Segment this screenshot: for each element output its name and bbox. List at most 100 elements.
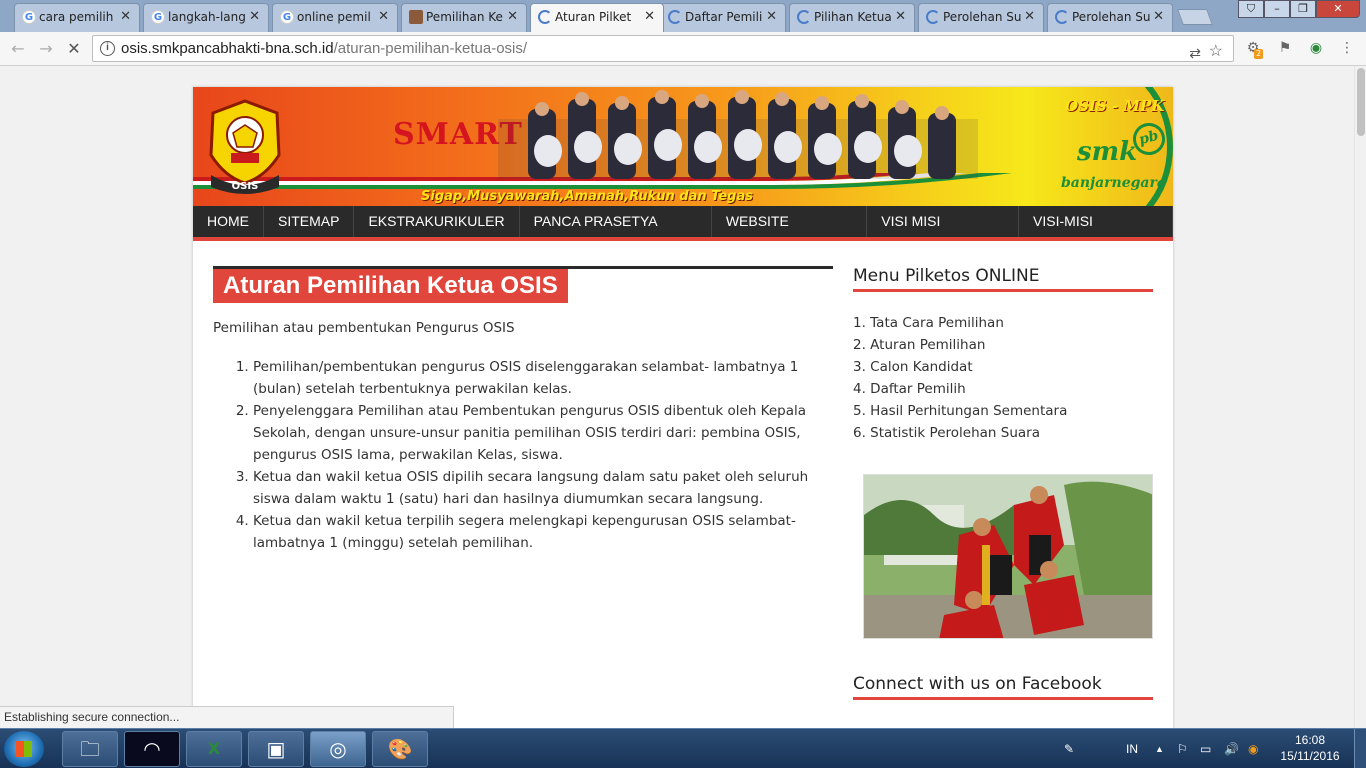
title-bar: Aturan Pemilihan Ketua OSIS bbox=[213, 266, 833, 304]
tab-5[interactable]: Daftar Pemili ✕ bbox=[660, 3, 786, 32]
show-hidden-icons[interactable]: ▲ bbox=[1155, 729, 1164, 768]
close-tab-icon[interactable]: ✕ bbox=[507, 4, 518, 30]
tab-label: Daftar Pemili bbox=[685, 10, 763, 24]
user-icon[interactable]: ⛉ bbox=[1238, 0, 1264, 18]
close-tab-icon[interactable]: ✕ bbox=[644, 4, 655, 30]
tab-0[interactable]: Gcara pemilih ✕ bbox=[14, 3, 140, 32]
article: Aturan Pemilihan Ketua OSIS Pemilihan at… bbox=[213, 266, 833, 554]
address-bar[interactable]: i osis.smkpancabhakti-bna.sch.id/aturan-… bbox=[92, 35, 1234, 62]
system-clock[interactable]: 16:08 15/11/2016 bbox=[1270, 732, 1350, 764]
nav-ekstrakurikuler[interactable]: EKSTRAKURIKULER bbox=[354, 206, 520, 237]
list-item: Ketua dan wakil ketua OSIS dipilih secar… bbox=[253, 466, 833, 510]
nav-visi-misi-sekolah[interactable]: VISI MISI SEKOLAH bbox=[867, 206, 1020, 260]
list-item: Penyelenggara Pemilihan atau Pembentukan… bbox=[253, 400, 833, 466]
media-icon[interactable]: ◠ bbox=[124, 731, 180, 767]
tab-1[interactable]: Glangkah-lang ✕ bbox=[143, 3, 269, 32]
pen-input-icon[interactable]: ✎ bbox=[1064, 729, 1074, 768]
nav-visi-misi-osis[interactable]: VISI-MISI OSIS/MPK bbox=[1019, 206, 1174, 260]
extension-icon[interactable]: ⚑ bbox=[1276, 39, 1294, 57]
smk-text: smk bbox=[1077, 137, 1138, 167]
tab-2[interactable]: Gonline pemil ✕ bbox=[272, 3, 398, 32]
explorer-icon[interactable]: 🗀 bbox=[62, 731, 118, 767]
rules-list: Pemilihan/pembentukan pengurus OSIS dise… bbox=[213, 356, 833, 554]
loading-spinner-icon bbox=[797, 10, 811, 24]
google-icon: G bbox=[280, 10, 294, 24]
sidebar: Menu Pilketos ONLINE 1. Tata Cara Pemili… bbox=[853, 266, 1153, 720]
scrollbar-thumb[interactable] bbox=[1357, 68, 1365, 136]
website-page: OSIS SMART Sigap,Musyawarah,Amanah,Rukun… bbox=[193, 87, 1174, 728]
tab-8[interactable]: Perolehan Su ✕ bbox=[1047, 3, 1173, 32]
show-desktop-button[interactable] bbox=[1354, 729, 1366, 768]
start-button[interactable] bbox=[4, 731, 44, 767]
tab-label: Perolehan Su bbox=[1072, 10, 1151, 24]
language-indicator[interactable]: IN bbox=[1126, 729, 1138, 768]
back-button[interactable]: ← bbox=[8, 39, 28, 59]
menu-item[interactable]: 6. Statistik Perolehan Suara bbox=[853, 422, 1153, 444]
facebook-widget-title: Connect with us on Facebook bbox=[853, 674, 1153, 700]
clock-time: 16:08 bbox=[1294, 733, 1326, 747]
menu-item[interactable]: 5. Hasil Perhitungan Sementara bbox=[853, 400, 1153, 422]
info-icon[interactable]: i bbox=[100, 41, 115, 56]
nav-home[interactable]: HOME bbox=[193, 206, 264, 237]
tab-3[interactable]: Pemilihan Ke ✕ bbox=[401, 3, 527, 32]
vertical-scrollbar[interactable] bbox=[1354, 66, 1366, 728]
site-banner: OSIS SMART Sigap,Musyawarah,Amanah,Rukun… bbox=[193, 87, 1173, 206]
tab-6[interactable]: Pilihan Ketua ✕ bbox=[789, 3, 915, 32]
nav-panca-prasetya[interactable]: PANCA PRASETYA SISWA bbox=[520, 206, 712, 260]
list-item: Pemilihan/pembentukan pengurus OSIS dise… bbox=[253, 356, 833, 400]
extension-badge: 2 bbox=[1254, 49, 1264, 59]
close-tab-icon[interactable]: ✕ bbox=[1024, 4, 1035, 30]
status-bubble: Establishing secure connection... bbox=[0, 706, 454, 728]
loading-spinner-icon bbox=[926, 10, 940, 24]
nav-website-sekolah[interactable]: WEBSITE SEKOLAH bbox=[712, 206, 868, 260]
close-tab-icon[interactable]: ✕ bbox=[378, 4, 389, 30]
forward-button[interactable]: → bbox=[36, 39, 56, 59]
pencak-silat-photo bbox=[863, 474, 1153, 639]
page-title: Aturan Pemilihan Ketua OSIS bbox=[213, 269, 568, 303]
close-tab-icon[interactable]: ✕ bbox=[249, 4, 260, 30]
menu-icon[interactable]: ⋮ bbox=[1338, 39, 1356, 57]
tab-label: online pemil bbox=[297, 10, 371, 24]
menu-item[interactable]: 1. Tata Cara Pemilihan bbox=[853, 312, 1153, 334]
close-tab-icon[interactable]: ✕ bbox=[120, 4, 131, 30]
url-host: osis.smkpancabhakti-bna.sch.id bbox=[121, 40, 334, 57]
loading-spinner-icon bbox=[668, 10, 682, 24]
close-window-button[interactable]: ✕ bbox=[1316, 0, 1360, 18]
extension-puzzle-icon[interactable]: ⚙ 2 bbox=[1244, 39, 1264, 59]
translate-icon[interactable]: ⇄ bbox=[1189, 41, 1201, 66]
page-viewport: OSIS SMART Sigap,Musyawarah,Amanah,Rukun… bbox=[0, 66, 1354, 728]
excel-icon[interactable]: X bbox=[186, 731, 242, 767]
tab-label: Aturan Pilket bbox=[555, 10, 632, 24]
minimize-button[interactable]: – bbox=[1264, 0, 1290, 18]
nav-sitemap[interactable]: SITEMAP bbox=[264, 206, 355, 237]
stop-loading-button[interactable]: ✕ bbox=[64, 39, 84, 59]
menu-item[interactable]: 4. Daftar Pemilih bbox=[853, 378, 1153, 400]
windows-taskbar: 🗀 ◠ X ▣ ◎ 🎨 ✎ IN ▲ ⚐ ▭ 🔊 ◉ 16:08 15/11/2… bbox=[0, 728, 1366, 768]
tab-7[interactable]: Perolehan Su ✕ bbox=[918, 3, 1044, 32]
close-tab-icon[interactable]: ✕ bbox=[766, 4, 777, 30]
clock-date: 15/11/2016 bbox=[1280, 749, 1340, 763]
image-favicon-icon bbox=[409, 10, 423, 24]
tab-4-active[interactable]: Aturan Pilket ✕ bbox=[530, 3, 664, 32]
students-group-photo bbox=[498, 90, 978, 179]
bookmark-star-icon[interactable]: ☆ bbox=[1209, 39, 1223, 64]
globe-extension-icon[interactable]: ◉ bbox=[1307, 39, 1325, 57]
main-nav: HOME SITEMAP EKSTRAKURIKULER PANCA PRASE… bbox=[193, 206, 1174, 260]
close-tab-icon[interactable]: ✕ bbox=[895, 4, 906, 30]
google-icon: G bbox=[151, 10, 165, 24]
network-icon[interactable]: ▭ bbox=[1200, 729, 1211, 768]
paint-icon[interactable]: 🎨 bbox=[372, 731, 428, 767]
list-item: Ketua dan wakil ketua terpilih segera me… bbox=[253, 510, 833, 554]
new-tab-button[interactable] bbox=[1177, 9, 1213, 25]
banner-tagline: Sigap,Musyawarah,Amanah,Rukun dan Tegas bbox=[421, 189, 753, 204]
chrome-icon[interactable]: ◎ bbox=[310, 731, 366, 767]
virtualbox-icon[interactable]: ▣ bbox=[248, 731, 304, 767]
maximize-button[interactable]: ❐ bbox=[1290, 0, 1316, 18]
osis-mpk-text: OSIS - MPK bbox=[1065, 97, 1165, 115]
action-center-icon[interactable]: ⚐ bbox=[1177, 729, 1188, 768]
update-icon[interactable]: ◉ bbox=[1248, 729, 1258, 768]
menu-item[interactable]: 2. Aturan Pemilihan bbox=[853, 334, 1153, 356]
close-tab-icon[interactable]: ✕ bbox=[1153, 4, 1164, 30]
volume-icon[interactable]: 🔊 bbox=[1224, 729, 1239, 768]
menu-item[interactable]: 3. Calon Kandidat bbox=[853, 356, 1153, 378]
